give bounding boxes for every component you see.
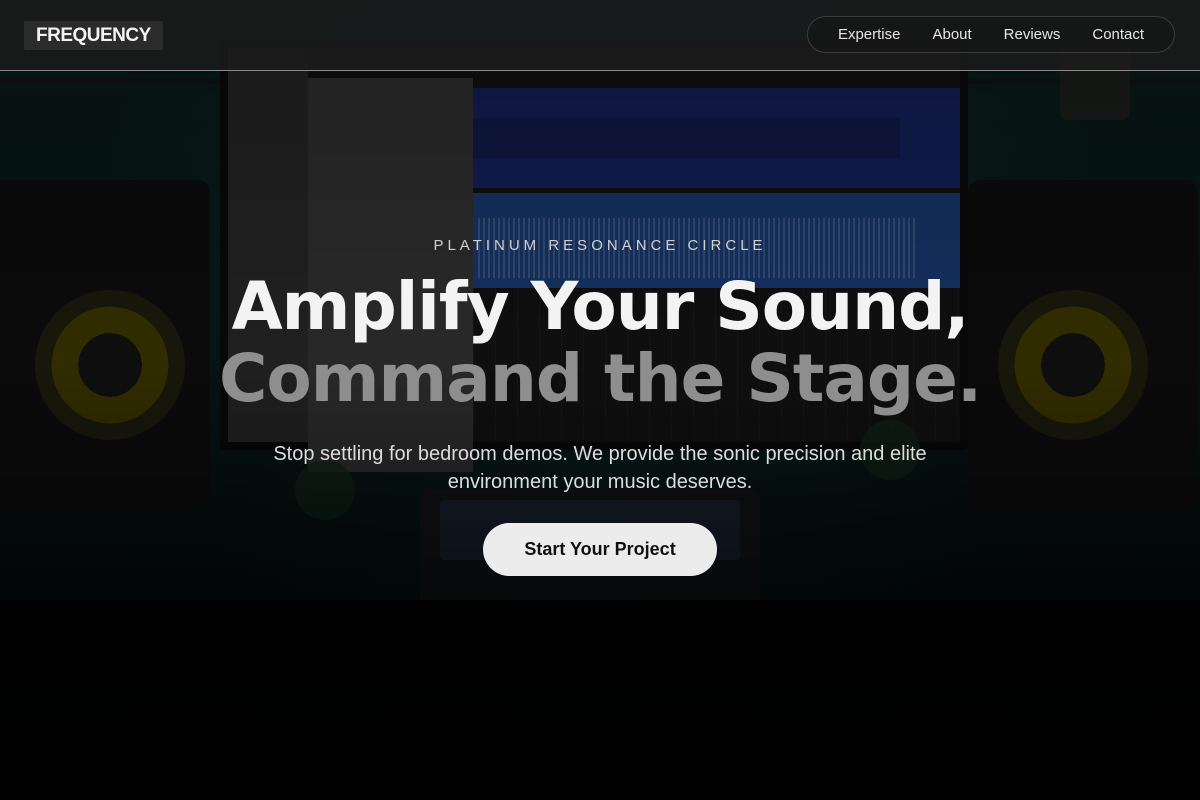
hero-headline-line1: Amplify Your Sound,: [231, 268, 970, 345]
main-nav: Expertise About Reviews Contact: [807, 16, 1175, 53]
hero-eyebrow: PLATINUM RESONANCE CIRCLE: [433, 237, 767, 254]
site-header: FREQUENCY Expertise About Reviews Contac…: [0, 0, 1200, 71]
nav-link-reviews[interactable]: Reviews: [988, 16, 1077, 53]
nav-link-contact[interactable]: Contact: [1076, 16, 1160, 53]
hero-subtitle: Stop settling for bedroom demos. We prov…: [273, 443, 927, 493]
start-project-button[interactable]: Start Your Project: [483, 523, 717, 576]
nav-link-about[interactable]: About: [916, 16, 987, 53]
nav-link-expertise[interactable]: Expertise: [822, 16, 917, 53]
hero-headline-line2: Command the Stage.: [218, 340, 982, 417]
site-logo[interactable]: FREQUENCY: [24, 21, 163, 50]
